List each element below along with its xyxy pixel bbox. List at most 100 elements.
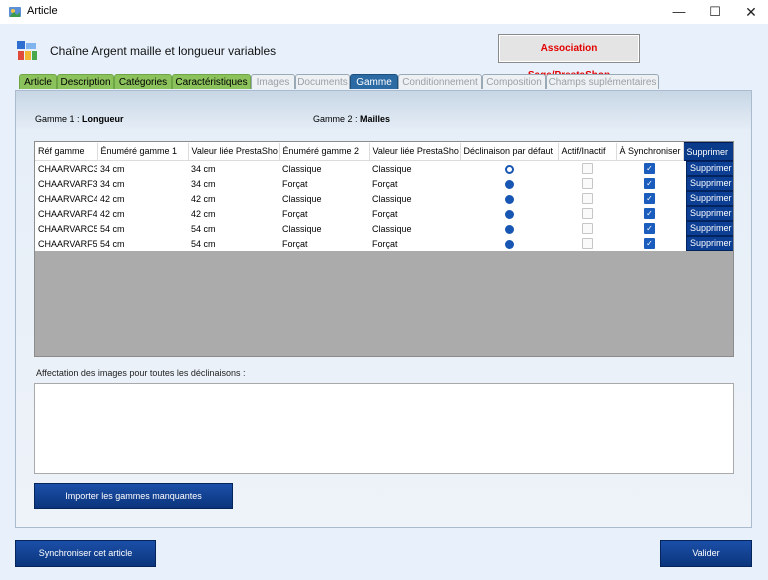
column-header[interactable]: Déclinaison par défaut [460, 142, 559, 161]
actif-checkbox[interactable] [581, 223, 593, 235]
gamme1-value: Longueur [82, 114, 124, 124]
tab-composition[interactable]: Composition [482, 74, 546, 89]
title-bar: Article — ☐ ✕ [0, 0, 768, 24]
enum-gamme2-cell[interactable]: Classique [279, 191, 369, 206]
declinaisons-grid[interactable]: Réf gamme Énuméré gamme 1 Valeur liée Pr… [34, 141, 734, 357]
supprimer-button[interactable]: Supprimer [686, 206, 733, 221]
tab-documents[interactable]: Documents [295, 74, 350, 89]
table-row[interactable]: CHAARVARF3 34 cm 34 cm Forçat Forçat ✓ Supprim… [35, 176, 733, 191]
tab-conditionnement[interactable]: Conditionnement [398, 74, 482, 89]
ref-gamme-cell[interactable]: CHAARVARC5 [35, 221, 97, 236]
tab-categories[interactable]: Catégories [114, 74, 172, 89]
actif-cell [558, 176, 616, 191]
close-button[interactable]: ✕ [734, 0, 768, 24]
affectation-label: Affectation des images pour toutes les d… [36, 368, 246, 378]
actif-checkbox[interactable] [581, 208, 593, 220]
ref-gamme-cell[interactable]: CHAARVARF4 [35, 206, 97, 221]
ref-gamme-cell[interactable]: CHAARVARC4 [35, 191, 97, 206]
supprimer-button[interactable]: Supprimer [686, 191, 733, 206]
valeur-prestashop2-cell[interactable]: Forçat [369, 236, 460, 251]
synchroniser-checkbox[interactable]: ✓ [644, 223, 655, 235]
supprimer-button[interactable]: Supprimer [686, 161, 733, 176]
supprimer-button[interactable]: Supprimer [686, 236, 733, 251]
enum-gamme2-cell[interactable]: Forçat [279, 206, 369, 221]
actif-checkbox[interactable] [581, 163, 593, 175]
enum-gamme1-cell[interactable]: 42 cm [97, 206, 188, 221]
enum-gamme2-cell[interactable]: Classique [279, 160, 369, 176]
actif-checkbox[interactable] [581, 193, 593, 205]
ref-gamme-cell[interactable]: CHAARVARF3 [35, 176, 97, 191]
synchroniser-cell: ✓ [616, 191, 683, 206]
column-header[interactable]: Énuméré gamme 1 [97, 142, 189, 161]
sync-article-button[interactable]: Synchroniser cet article [15, 540, 156, 567]
valeur-prestashop1-cell[interactable]: 42 cm [188, 191, 279, 206]
enum-gamme1-cell[interactable]: 34 cm [97, 160, 188, 176]
table-row[interactable]: CHAARVARC4 42 cm 42 cm Classique Classique ✓ S… [35, 191, 733, 206]
table-row[interactable]: CHAARVARF5 54 cm 54 cm Forçat Forçat ✓ Supprim… [35, 236, 733, 251]
tab-gamme[interactable]: Gamme [350, 74, 398, 89]
synchroniser-checkbox[interactable]: ✓ [644, 163, 655, 175]
affectation-images-box[interactable] [34, 383, 734, 474]
default-radio[interactable] [504, 179, 514, 189]
tab-caracteristiques[interactable]: Caractéristiques [172, 74, 251, 89]
column-header[interactable]: Valeur liée PrestaSho [188, 142, 280, 161]
article-icon [17, 41, 37, 60]
gamme1-caption: Gamme 1 : [35, 114, 80, 124]
valeur-prestashop2-cell[interactable]: Classique [369, 160, 460, 176]
column-header[interactable]: À Synchroniser [616, 142, 684, 161]
supprimer-all-button[interactable]: Supprimer [682, 142, 733, 161]
actif-checkbox[interactable] [581, 178, 593, 190]
tab-article[interactable]: Article [19, 74, 57, 89]
enum-gamme1-cell[interactable]: 42 cm [97, 191, 188, 206]
declinaison-defaut-cell [460, 176, 558, 191]
minimize-button[interactable]: — [662, 0, 696, 24]
column-header[interactable]: Valeur liée PrestaSho [369, 142, 461, 161]
synchroniser-checkbox[interactable]: ✓ [644, 238, 655, 250]
enum-gamme2-cell[interactable]: Forçat [279, 176, 369, 191]
column-header[interactable]: Actif/Inactif [558, 142, 617, 161]
table-row[interactable]: CHAARVARF4 42 cm 42 cm Forçat Forçat ✓ Supprim… [35, 206, 733, 221]
tab-images[interactable]: Images [251, 74, 295, 89]
import-gammes-button[interactable]: Importer les gammes manquantes [34, 483, 233, 509]
tab-champs-suplementaires[interactable]: Champs suplémentaires [546, 74, 659, 89]
enum-gamme2-cell[interactable]: Classique [279, 221, 369, 236]
valeur-prestashop1-cell[interactable]: 34 cm [188, 176, 279, 191]
synchroniser-checkbox[interactable]: ✓ [644, 178, 655, 190]
valeur-prestashop2-cell[interactable]: Classique [369, 221, 460, 236]
synchroniser-cell: ✓ [616, 206, 683, 221]
ref-gamme-cell[interactable]: CHAARVARF5 [35, 236, 97, 251]
synchroniser-checkbox[interactable]: ✓ [644, 208, 655, 220]
enum-gamme2-cell[interactable]: Forçat [279, 236, 369, 251]
ref-gamme-cell[interactable]: CHAARVARC3 [35, 160, 97, 176]
default-radio[interactable] [504, 164, 514, 174]
valeur-prestashop2-cell[interactable]: Forçat [369, 176, 460, 191]
tab-description[interactable]: Description [57, 74, 114, 89]
validate-button[interactable]: Valider [660, 540, 752, 567]
column-header[interactable]: Énuméré gamme 2 [279, 142, 370, 161]
enum-gamme1-cell[interactable]: 54 cm [97, 236, 188, 251]
enum-gamme1-cell[interactable]: 54 cm [97, 221, 188, 236]
valeur-prestashop1-cell[interactable]: 54 cm [188, 221, 279, 236]
table-row[interactable]: CHAARVARC5 54 cm 54 cm Classique Classique ✓ S… [35, 221, 733, 236]
valeur-prestashop1-cell[interactable]: 42 cm [188, 206, 279, 221]
default-radio[interactable] [504, 209, 514, 219]
default-radio[interactable] [504, 224, 514, 234]
synchroniser-checkbox[interactable]: ✓ [644, 193, 655, 205]
column-header[interactable]: Réf gamme [35, 142, 98, 161]
gamme1-label: Gamme 1 : Longueur [35, 114, 124, 124]
synchroniser-cell: ✓ [616, 160, 683, 176]
valeur-prestashop2-cell[interactable]: Forçat [369, 206, 460, 221]
supprimer-button[interactable]: Supprimer [686, 221, 733, 236]
default-radio[interactable] [504, 239, 514, 249]
valeur-prestashop2-cell[interactable]: Classique [369, 191, 460, 206]
valeur-prestashop1-cell[interactable]: 34 cm [188, 160, 279, 176]
supprimer-cell: Supprimer [683, 160, 733, 176]
association-sage-prestashop-button[interactable]: Association Sage/PrestaShop [498, 34, 640, 81]
table-row[interactable]: CHAARVARC3 34 cm 34 cm Classique Classique ✓ S… [35, 160, 733, 176]
valeur-prestashop1-cell[interactable]: 54 cm [188, 236, 279, 251]
default-radio[interactable] [504, 194, 514, 204]
maximize-button[interactable]: ☐ [698, 0, 732, 24]
enum-gamme1-cell[interactable]: 34 cm [97, 176, 188, 191]
actif-checkbox[interactable] [581, 238, 593, 250]
supprimer-button[interactable]: Supprimer [686, 176, 733, 191]
